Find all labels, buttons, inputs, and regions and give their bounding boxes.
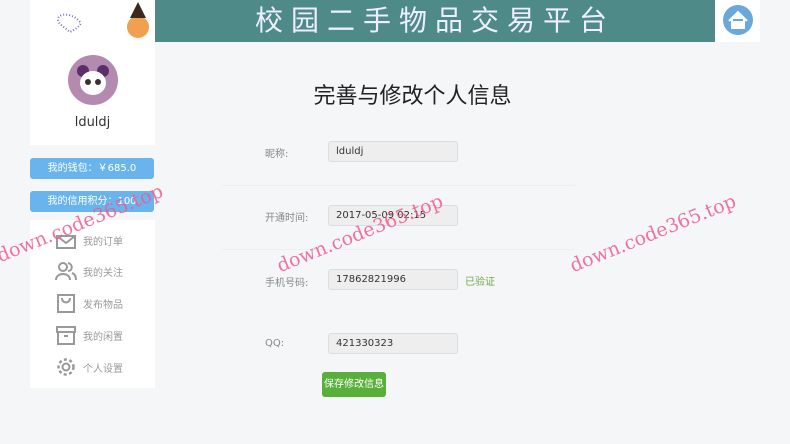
phone-input[interactable]: 17862821996 bbox=[328, 269, 458, 290]
sidebar-item-label: 发布物品 bbox=[83, 299, 123, 311]
nickname-input[interactable]: lduldj bbox=[328, 141, 458, 162]
divider bbox=[222, 185, 575, 186]
home-icon bbox=[723, 5, 753, 35]
site-title-banner: 校园二手物品交易平台 bbox=[155, 0, 715, 42]
username: lduldj bbox=[74, 115, 111, 130]
sidebar-item-idle[interactable]: 我的闲置 bbox=[55, 323, 123, 347]
sidebar-item-settings[interactable]: 个人设置 bbox=[55, 355, 123, 379]
opened-time-label: 开通时间: bbox=[265, 213, 309, 224]
avatar[interactable] bbox=[67, 55, 118, 105]
sidebar-item-label: 个人设置 bbox=[83, 363, 123, 375]
nickname-label: 昵称: bbox=[265, 149, 289, 160]
gear-icon bbox=[57, 358, 75, 376]
logo-heart-pumpkin-icon bbox=[57, 2, 149, 38]
phone-verified-status: 已验证 bbox=[465, 277, 495, 288]
watermark: down.code365.top bbox=[273, 190, 447, 277]
archive-icon bbox=[56, 326, 76, 345]
wallet-button[interactable]: 我的钱包：￥685.0 bbox=[30, 158, 154, 179]
bag-icon bbox=[57, 294, 75, 313]
qq-input[interactable]: 421330323 bbox=[328, 333, 458, 354]
profile-card: lduldj bbox=[30, 42, 155, 145]
logo bbox=[30, 0, 155, 42]
sidebar-item-publish[interactable]: 发布物品 bbox=[55, 291, 123, 315]
watermark: down.code365.top bbox=[566, 190, 740, 277]
sidebar-item-label: 我的订单 bbox=[83, 236, 123, 248]
divider bbox=[222, 249, 575, 250]
sidebar-item-label: 我的闲置 bbox=[83, 331, 123, 343]
sidebar-item-label: 我的关注 bbox=[83, 267, 123, 279]
qq-label: QQ: bbox=[265, 338, 285, 349]
phone-label: 手机号码: bbox=[265, 278, 309, 289]
page-title: 完善与修改个人信息 bbox=[313, 84, 512, 109]
sidebar-item-follows[interactable]: 我的关注 bbox=[55, 259, 123, 283]
save-button[interactable]: 保存修改信息 bbox=[322, 372, 386, 397]
users-icon bbox=[55, 262, 77, 281]
home-button[interactable] bbox=[715, 0, 760, 42]
